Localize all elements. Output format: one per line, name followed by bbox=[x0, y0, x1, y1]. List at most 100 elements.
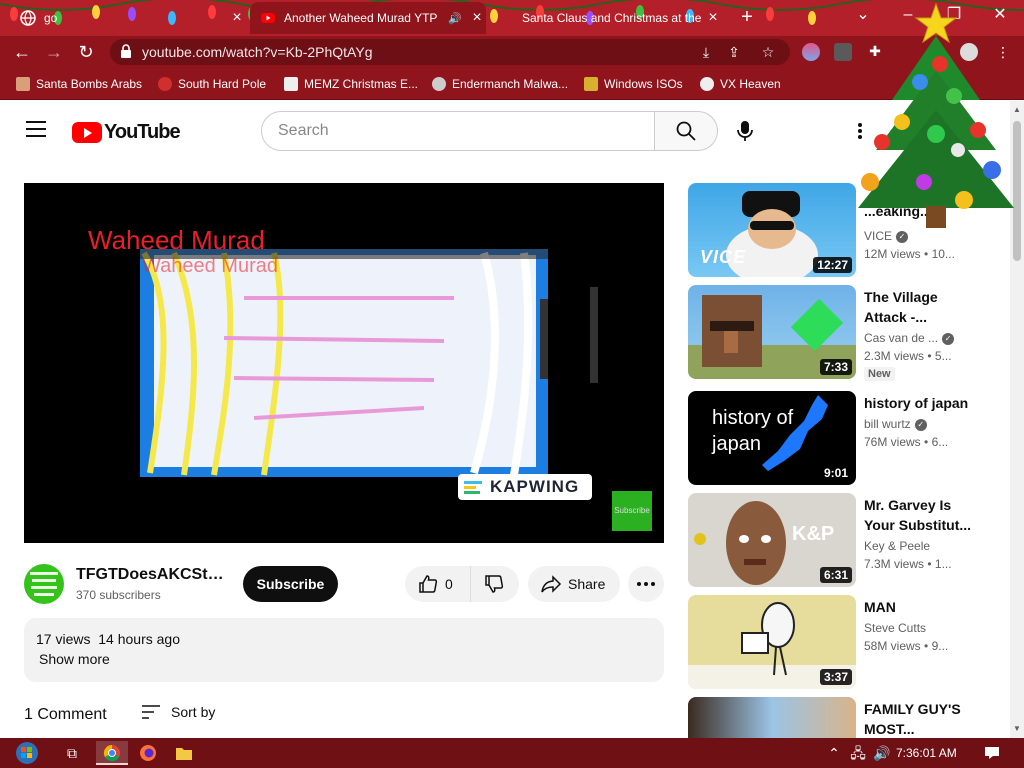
task-view-icon[interactable]: ⧉ bbox=[56, 741, 88, 765]
video-thumbnail[interactable]: 3:37 bbox=[688, 595, 856, 689]
video-subscribe-watermark[interactable]: Subscribe bbox=[612, 491, 652, 531]
bookmark-item[interactable]: MEMZ Christmas E... bbox=[284, 76, 418, 92]
recommended-video[interactable]: history of japan 9:01 history of japan b… bbox=[688, 391, 1008, 487]
video-player[interactable]: Waheed Murad Waheed Murad KAPWING Subscr… bbox=[24, 183, 664, 543]
video-thumbnail[interactable]: VICE 12:27 bbox=[688, 183, 856, 277]
forward-arrow-icon[interactable]: → bbox=[42, 40, 66, 64]
notifications-icon[interactable] bbox=[978, 741, 1006, 765]
search-box[interactable] bbox=[261, 111, 655, 151]
dislike-button[interactable] bbox=[473, 566, 519, 602]
share-page-icon[interactable]: ⇪ bbox=[724, 43, 744, 61]
bookmark-star-icon[interactable]: ☆ bbox=[758, 43, 778, 61]
view-count: 7.3M views bbox=[864, 557, 925, 571]
thumbs-down-icon bbox=[485, 575, 504, 593]
bookmark-label: VX Heaven bbox=[720, 77, 781, 91]
tab-1[interactable]: go × bbox=[6, 2, 246, 34]
screen: go × Another Waheed Murad YTP 🔊 × Santa … bbox=[0, 0, 1024, 768]
tray-overflow-chevron-icon[interactable]: ⌃ bbox=[822, 741, 846, 765]
video-channel[interactable]: Cas van de ... ✓ bbox=[864, 331, 955, 345]
tab-3[interactable]: Santa Claus and Christmas at the × bbox=[490, 2, 722, 34]
view-count: 17 views bbox=[36, 631, 91, 647]
more-actions-button[interactable] bbox=[628, 566, 664, 602]
video-title[interactable]: MAN bbox=[864, 597, 976, 617]
sort-comments-button[interactable]: Sort by bbox=[141, 704, 215, 720]
video-thumbnail[interactable] bbox=[688, 697, 856, 738]
sort-icon bbox=[142, 705, 160, 719]
video-title[interactable]: Mr. Garvey Is Your Substitut... bbox=[864, 495, 976, 535]
video-thumbnail[interactable]: 7:33 bbox=[688, 285, 856, 379]
video-thumbnail[interactable]: history of japan 9:01 bbox=[688, 391, 856, 485]
close-tab-icon[interactable]: × bbox=[704, 10, 722, 26]
volume-icon[interactable]: 🔊 bbox=[870, 741, 894, 765]
verified-check-icon: ✓ bbox=[914, 418, 927, 431]
description-box[interactable]: 17 views 14 hours ago Show more bbox=[24, 618, 664, 682]
speaker-icon[interactable]: 🔊 bbox=[448, 12, 462, 25]
new-badge: New bbox=[864, 367, 895, 381]
search-button[interactable] bbox=[654, 111, 718, 151]
chrome-taskbar-icon[interactable] bbox=[96, 741, 128, 765]
subscribe-button[interactable]: Subscribe bbox=[243, 566, 338, 602]
video-title[interactable]: The Village Attack -... bbox=[864, 287, 976, 327]
bomb-icon bbox=[16, 77, 30, 91]
more-horizontal-icon bbox=[637, 582, 655, 586]
youtube-logo[interactable]: YouTube bbox=[72, 121, 181, 144]
taskbar-clock[interactable]: 7:36:01 AM bbox=[896, 746, 957, 760]
vx-heaven-icon bbox=[700, 77, 714, 91]
video-duration: 3:37 bbox=[819, 669, 852, 685]
bookmark-item[interactable]: South Hard Pole bbox=[158, 76, 266, 92]
tab-2-active[interactable]: Another Waheed Murad YTP 🔊 × bbox=[250, 2, 486, 34]
video-stats: 58M views • 9... bbox=[864, 639, 949, 653]
voice-search-button[interactable] bbox=[728, 114, 762, 148]
reload-icon[interactable]: ↻ bbox=[74, 40, 98, 64]
video-channel[interactable]: Key & Peele bbox=[864, 539, 930, 553]
bookmark-label: Santa Bombs Arabs bbox=[36, 77, 143, 91]
show-more-link[interactable]: Show more bbox=[39, 651, 110, 667]
thumb-text: history of japan bbox=[712, 407, 794, 455]
firefox-taskbar-icon[interactable] bbox=[132, 741, 164, 765]
recommended-video[interactable]: 7:33 The Village Attack -... Cas van de … bbox=[688, 285, 1008, 381]
bookmark-item[interactable]: Santa Bombs Arabs bbox=[16, 76, 142, 92]
kapwing-watermark: KAPWING bbox=[458, 474, 592, 500]
share-arrow-icon bbox=[541, 575, 562, 593]
extension-flag-icon[interactable] bbox=[802, 43, 820, 61]
comment-count: 1 Comment bbox=[24, 706, 107, 723]
view-count: 76M views bbox=[864, 435, 921, 449]
video-stats: 2.3M views • 5... bbox=[864, 349, 952, 363]
youtube-play-icon bbox=[72, 122, 102, 143]
like-button[interactable]: 0 bbox=[405, 566, 471, 602]
video-title[interactable]: history of japan bbox=[864, 393, 976, 413]
bookmark-item[interactable]: VX Heaven bbox=[700, 76, 781, 92]
video-duration: 7:33 bbox=[819, 359, 852, 375]
network-icon[interactable]: 🖧 bbox=[846, 741, 870, 765]
bookmark-item[interactable]: Endermanch Malwa... bbox=[432, 76, 568, 92]
url-text[interactable]: youtube.com/watch?v=Kb-2PhQtAYg bbox=[142, 44, 372, 60]
video-channel[interactable]: bill wurtz ✓ bbox=[864, 417, 927, 431]
install-app-icon[interactable]: ⤓ bbox=[696, 43, 716, 61]
new-tab-plus-icon[interactable]: + bbox=[736, 6, 758, 28]
lock-icon[interactable] bbox=[120, 44, 132, 58]
search-icon bbox=[676, 121, 696, 141]
video-channel[interactable]: Steve Cutts bbox=[864, 621, 926, 635]
search-input[interactable] bbox=[278, 121, 638, 141]
close-tab-icon[interactable]: × bbox=[228, 10, 246, 26]
close-tab-icon[interactable]: × bbox=[468, 10, 486, 26]
upload-age: 6... bbox=[931, 435, 949, 449]
file-explorer-icon[interactable] bbox=[168, 741, 200, 765]
start-orb-icon[interactable] bbox=[8, 741, 46, 765]
recommended-video[interactable]: FAMILY GUY'S MOST... bbox=[688, 697, 1008, 738]
tab-title: Santa Claus and Christmas at the bbox=[522, 11, 702, 25]
video-title[interactable]: FAMILY GUY'S MOST... bbox=[864, 699, 976, 738]
channel-name[interactable]: TFGTDoesAKCStu... bbox=[76, 566, 226, 584]
bookmark-item[interactable]: Windows ISOs bbox=[584, 76, 683, 92]
video-thumbnail[interactable]: K&P 6:31 bbox=[688, 493, 856, 587]
channel-avatar[interactable] bbox=[24, 564, 64, 604]
hamburger-menu-icon[interactable] bbox=[26, 121, 46, 137]
recommended-video[interactable]: K&P 6:31 Mr. Garvey Is Your Substitut...… bbox=[688, 493, 1008, 589]
share-button[interactable]: Share bbox=[528, 566, 620, 602]
address-bar[interactable]: youtube.com/watch?v=Kb-2PhQtAYg ⤓ ⇪ ☆ bbox=[110, 39, 790, 65]
video-meta: 17 views 14 hours ago bbox=[36, 631, 180, 647]
back-arrow-icon[interactable]: ← bbox=[10, 40, 34, 64]
recommended-video[interactable]: 3:37 MAN Steve Cutts 58M views • 9... bbox=[688, 595, 1008, 691]
scroll-down-icon[interactable]: ▼ bbox=[1012, 724, 1022, 734]
video-duration: 9:01 bbox=[819, 465, 852, 481]
